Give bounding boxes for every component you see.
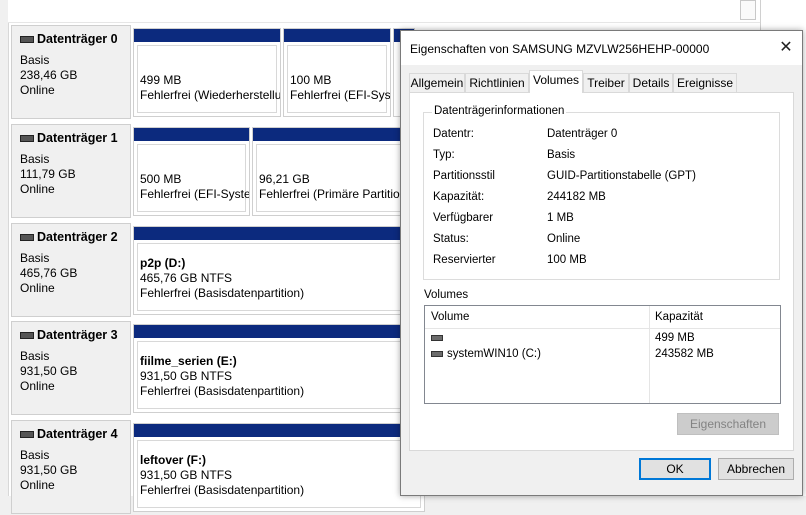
volumes-list[interactable]: Volume Kapazität 499 MB systemWIN10 (C:)… [424, 305, 781, 404]
drive-icon [431, 334, 443, 341]
info-label: Partitionsstil [433, 170, 495, 182]
disk-drive-icon [20, 35, 34, 43]
group-label: Datenträgerinformationen [432, 105, 567, 117]
tab-treiber[interactable]: Treiber [583, 73, 629, 92]
drive-icon [431, 350, 443, 357]
partition-size: 96,21 GB [259, 172, 310, 186]
info-value: 244182 MB [547, 191, 606, 203]
partition[interactable]: fiilme_serien (E:) 931,50 GB NTFS Fehler… [133, 324, 425, 413]
disk-drive-icon [20, 430, 34, 438]
disk-label[interactable]: Datenträger 0 Basis 238,46 GB Online [11, 25, 131, 119]
disk-status: Online [20, 83, 55, 97]
disk-status: Online [20, 281, 55, 295]
partition-size: 499 MB [140, 73, 182, 87]
info-label: Typ: [433, 149, 455, 161]
disk-drive-icon [20, 233, 34, 241]
disk-type: Basis [20, 349, 50, 363]
partition[interactable]: 96,21 GB Fehlerfrei (Primäre Partition [252, 127, 424, 216]
tab-allgemein[interactable]: Allgemein [409, 73, 465, 92]
partition-status: Fehlerfrei (Basisdatenpartition) [140, 483, 305, 497]
volume-row[interactable]: systemWIN10 (C:) [431, 348, 541, 360]
partition-status: Fehlerfrei (EFI-Syste [140, 187, 250, 201]
disk-size: 931,50 GB [20, 463, 78, 477]
disk-size: 111,79 GB [20, 167, 76, 181]
disk-status: Online [20, 182, 55, 196]
info-label: Datentr: [433, 128, 474, 140]
disk-drive-icon [20, 331, 34, 339]
close-icon[interactable]: ✕ [776, 38, 796, 58]
disk-label[interactable]: Datenträger 1 Basis 111,79 GB Online [11, 124, 131, 218]
disk-type: Basis [20, 251, 50, 265]
volumes-header: Volume Kapazität [425, 306, 780, 403]
info-value: 100 MB [547, 254, 587, 266]
info-value: GUID-Partitionstabelle (GPT) [547, 170, 696, 182]
partition-status: Fehlerfrei (Primäre Partition [259, 187, 407, 201]
info-label: Reservierter [433, 254, 496, 266]
volumes-label: Volumes [424, 289, 469, 301]
disk-info-group: Datenträgerinformationen Datentr: Datent… [423, 105, 780, 280]
tab-details[interactable]: Details [629, 73, 673, 92]
partition-title: leftover (F:) [140, 453, 206, 467]
disk-size: 931,50 GB [20, 364, 78, 378]
top-strip [8, 0, 760, 23]
disk-label[interactable]: Datenträger 3 Basis 931,50 GB Online [11, 321, 131, 415]
partition-title: p2p (D:) [140, 256, 186, 270]
dialog-title: Eigenschaften von SAMSUNG MZVLW256HEHP-0… [410, 42, 710, 56]
info-value: Datenträger 0 [547, 128, 618, 140]
title-bar[interactable]: Eigenschaften von SAMSUNG MZVLW256HEHP-0… [401, 31, 802, 65]
info-value: 1 MB [547, 212, 574, 224]
tab-ereignisse[interactable]: Ereignisse [673, 73, 737, 92]
tab-volumes[interactable]: Volumes [529, 70, 583, 93]
partition-title: fiilme_serien (E:) [140, 354, 237, 368]
disk-status: Online [20, 478, 55, 492]
disk-label[interactable]: Datenträger 4 Basis 931,50 GB Online [11, 420, 131, 514]
disk-type: Basis [20, 53, 50, 67]
volume-capacity: 499 MB [655, 332, 695, 344]
volume-capacity: 243582 MB [655, 348, 714, 360]
partition[interactable]: leftover (F:) 931,50 GB NTFS Fehlerfrei … [133, 423, 425, 512]
disk-size: 238,46 GB [20, 68, 78, 82]
partition[interactable]: p2p (D:) 465,76 GB NTFS Fehlerfrei (Basi… [133, 226, 425, 315]
partition[interactable]: 100 MB Fehlerfrei (EFI-Syst [283, 28, 391, 117]
info-label: Kapazität: [433, 191, 485, 203]
disk-name: Datenträger 0 [37, 32, 118, 46]
disk-status: Online [20, 379, 55, 393]
info-value: Online [547, 233, 581, 245]
disk-type: Basis [20, 152, 50, 166]
info-value: Basis [547, 149, 576, 161]
partition-status: Fehlerfrei (Basisdatenpartition) [140, 286, 305, 300]
tab-panel-volumes: Datenträgerinformationen Datentr: Datent… [409, 92, 794, 451]
partition[interactable]: 500 MB Fehlerfrei (EFI-Syste [133, 127, 250, 216]
partition-status: Fehlerfrei (EFI-Syst [290, 88, 391, 102]
volume-name: systemWIN10 (C:) [447, 348, 541, 360]
partition-status: Fehlerfrei (Basisdatenpartition) [140, 384, 305, 398]
ok-button[interactable]: OK [639, 458, 711, 480]
column-header-volume[interactable]: Volume [431, 311, 469, 323]
partition-size: 100 MB [290, 73, 332, 87]
partition-size: 500 MB [140, 172, 182, 186]
partition[interactable]: 499 MB Fehlerfrei (Wiederherstellu [133, 28, 281, 117]
partition-size: 931,50 GB NTFS [140, 369, 233, 383]
disk-label[interactable]: Datenträger 2 Basis 465,76 GB Online [11, 223, 131, 317]
partition-size: 465,76 GB NTFS [140, 271, 233, 285]
properties-button[interactable]: Eigenschaften [677, 413, 779, 435]
disk-size: 465,76 GB [20, 266, 78, 280]
partition-size: 931,50 GB NTFS [140, 468, 233, 482]
properties-dialog: Eigenschaften von SAMSUNG MZVLW256HEHP-0… [400, 30, 803, 496]
info-label: Status: [433, 233, 469, 245]
tab-richtlinien[interactable]: Richtlinien [465, 73, 529, 92]
cancel-button[interactable]: Abbrechen [718, 458, 794, 480]
disk-drive-icon [20, 134, 34, 142]
disk-type: Basis [20, 448, 50, 462]
disk-name: Datenträger 3 [37, 328, 118, 342]
volume-row[interactable] [431, 332, 447, 344]
disk-name: Datenträger 4 [37, 427, 118, 441]
partition-status: Fehlerfrei (Wiederherstellu [140, 88, 281, 102]
info-label: Verfügbarer [433, 212, 494, 224]
disk-name: Datenträger 1 [37, 131, 118, 145]
disk-name: Datenträger 2 [37, 230, 118, 244]
scrollbar-stub[interactable] [740, 0, 756, 20]
column-header-capacity[interactable]: Kapazität [655, 311, 703, 323]
